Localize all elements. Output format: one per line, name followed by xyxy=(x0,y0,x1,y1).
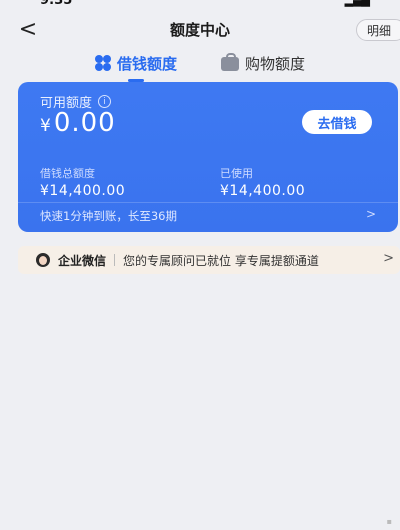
status-time: 9:35 xyxy=(40,0,73,8)
info-icon[interactable]: i xyxy=(98,95,112,108)
tab-label: 借钱额度 xyxy=(116,54,177,73)
top-nav: < 额度中心 明细 xyxy=(0,10,400,48)
quota-card: 可用额度 i ¥0.00 去借钱 借钱总额度 ¥14,400.00 已使用 ¥1… xyxy=(18,82,398,232)
total-quota-label: 借钱总额度 xyxy=(40,167,95,180)
tab-shopping-quota[interactable]: 购物额度 xyxy=(221,48,305,78)
used-quota-value: ¥14,400.00 xyxy=(220,183,306,199)
card-divider xyxy=(18,202,398,203)
currency-symbol: ¥ xyxy=(40,116,52,136)
signal-icon: ▂▄▆ xyxy=(344,0,370,7)
status-bar: 9:35 ▂▄▆ xyxy=(0,0,400,10)
corner-mark: ▪ xyxy=(386,517,392,526)
wecom-banner[interactable]: 企业微信 您的专属顾问已就位 享专属提额通道 > xyxy=(18,246,400,274)
borrow-button[interactable]: 去借钱 xyxy=(302,110,372,134)
banner-message: 您的专属顾问已就位 享专属提额通道 xyxy=(123,253,319,268)
detail-button[interactable]: 明细 xyxy=(355,19,400,41)
advisor-avatar xyxy=(36,253,50,267)
quota-tabs: 借钱额度 购物额度 xyxy=(0,48,400,82)
bag-icon xyxy=(221,53,239,71)
banner-brand: 企业微信 xyxy=(58,253,107,268)
promo-text[interactable]: 快速1分钟到账，长至36期 xyxy=(40,208,177,224)
banner-divider xyxy=(114,254,116,266)
available-amount-value: 0.00 xyxy=(53,108,116,138)
clover-icon xyxy=(94,55,111,71)
chevron-right-icon[interactable]: > xyxy=(366,207,376,221)
used-quota-stat: 已使用 ¥14,400.00 xyxy=(220,165,305,199)
back-button[interactable]: < xyxy=(16,16,40,42)
used-quota-label: 已使用 xyxy=(220,167,253,180)
tab-label: 购物额度 xyxy=(245,54,306,73)
page-title: 额度中心 xyxy=(169,20,230,39)
total-quota-value: ¥14,400.00 xyxy=(40,183,126,199)
tab-borrow-quota[interactable]: 借钱额度 xyxy=(94,48,177,78)
chevron-right-icon[interactable]: > xyxy=(383,251,394,266)
total-quota-stat: 借钱总额度 ¥14,400.00 xyxy=(40,165,125,199)
available-amount: ¥0.00 xyxy=(40,108,116,138)
